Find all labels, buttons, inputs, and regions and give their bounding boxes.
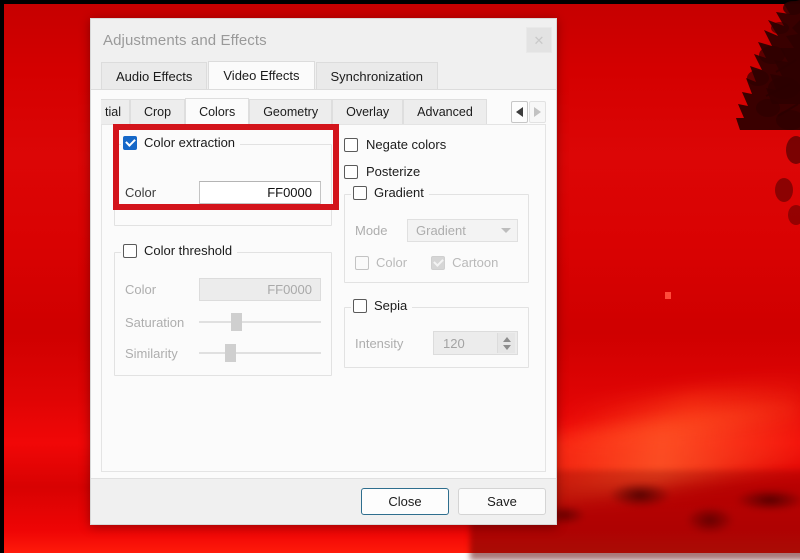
subtab-advanced[interactable]: Advanced xyxy=(403,99,487,124)
saturation-slider-handle[interactable] xyxy=(231,313,242,331)
right-settings-column: Negate colors Posterize Gradient Mode Gr… xyxy=(344,135,529,368)
sub-tab-scroll-controls xyxy=(511,101,546,123)
saturation-row: Saturation xyxy=(125,312,321,332)
saturation-slider[interactable] xyxy=(199,312,321,332)
negate-colors-label: Negate colors xyxy=(366,137,446,152)
sepia-intensity-label: Intensity xyxy=(355,336,425,351)
negate-colors-checkbox[interactable] xyxy=(344,138,358,152)
sepia-label: Sepia xyxy=(374,298,407,313)
dialog-title: Adjustments and Effects xyxy=(103,32,267,49)
gradient-mode-value: Gradient xyxy=(416,223,466,238)
sepia-checkbox[interactable] xyxy=(353,299,367,313)
color-extraction-checkbox[interactable] xyxy=(123,136,137,150)
sepia-intensity-spinner[interactable]: 120 xyxy=(433,331,518,355)
similarity-row: Similarity xyxy=(125,343,321,363)
subtab-crop[interactable]: Crop xyxy=(130,99,185,124)
sepia-group: Sepia Intensity 120 xyxy=(344,307,529,368)
similarity-slider-track xyxy=(199,352,321,354)
posterize-checkbox[interactable] xyxy=(344,165,358,179)
similarity-label: Similarity xyxy=(125,346,191,361)
chevron-left-icon xyxy=(516,107,523,117)
subtab-essential[interactable]: tial xyxy=(101,99,130,124)
dialog-titlebar: Adjustments and Effects ✕ xyxy=(91,19,556,61)
tab-video-effects[interactable]: Video Effects xyxy=(208,61,314,89)
gradient-header[interactable]: Gradient xyxy=(351,185,429,200)
gradient-color-label: Color xyxy=(376,255,407,270)
color-threshold-checkbox[interactable] xyxy=(123,244,137,258)
adjustments-and-effects-dialog: Adjustments and Effects ✕ Audio Effects … xyxy=(90,18,557,525)
tab-synchronization[interactable]: Synchronization xyxy=(316,62,439,89)
color-threshold-group: Color threshold Color FF0000 Saturation xyxy=(114,252,332,376)
background-pixel-artifact xyxy=(665,292,671,299)
saturation-slider-track xyxy=(199,321,321,323)
similarity-slider-handle[interactable] xyxy=(225,344,236,362)
stepper-down-icon[interactable] xyxy=(503,345,511,350)
chevron-right-icon xyxy=(534,107,541,117)
color-extraction-color-label: Color xyxy=(125,185,191,200)
color-extraction-color-row: Color FF0000 xyxy=(125,181,321,204)
gradient-label: Gradient xyxy=(374,185,424,200)
main-tab-bar: Audio Effects Video Effects Synchronizat… xyxy=(91,61,556,89)
stepper-up-icon[interactable] xyxy=(503,337,511,342)
color-threshold-header[interactable]: Color threshold xyxy=(121,243,237,258)
saturation-label: Saturation xyxy=(125,315,191,330)
close-icon[interactable]: ✕ xyxy=(526,27,552,53)
posterize-label: Posterize xyxy=(366,164,420,179)
gradient-color-option[interactable]: Color xyxy=(355,255,407,270)
subtab-colors[interactable]: Colors xyxy=(185,98,249,124)
color-threshold-label: Color threshold xyxy=(144,243,232,258)
sub-tab-bar: tial Crop Colors Geometry Overlay Advanc… xyxy=(101,98,546,124)
colors-settings-panel: Color extraction Color FF0000 Color thre… xyxy=(101,124,546,472)
color-extraction-label: Color extraction xyxy=(144,135,235,150)
dialog-footer: Close Save xyxy=(91,478,556,524)
color-threshold-color-label: Color xyxy=(125,282,191,297)
gradient-checkbox[interactable] xyxy=(353,186,367,200)
similarity-slider[interactable] xyxy=(199,343,321,363)
dialog-body: tial Crop Colors Geometry Overlay Advanc… xyxy=(91,89,556,478)
posterize-row[interactable]: Posterize xyxy=(344,164,529,179)
gradient-group: Gradient Mode Gradient Color xyxy=(344,194,529,283)
left-settings-column: Color extraction Color FF0000 Color thre… xyxy=(114,135,332,376)
chevron-down-icon xyxy=(501,228,511,233)
negate-colors-row[interactable]: Negate colors xyxy=(344,137,529,152)
color-threshold-color-input[interactable]: FF0000 xyxy=(199,278,321,301)
close-button-footer[interactable]: Close xyxy=(361,488,449,515)
tree-silhouette xyxy=(680,0,800,230)
save-button[interactable]: Save xyxy=(458,488,546,515)
gradient-mode-row: Mode Gradient xyxy=(355,219,518,242)
subtab-geometry[interactable]: Geometry xyxy=(249,99,332,124)
gradient-mode-label: Mode xyxy=(355,223,399,238)
sepia-header[interactable]: Sepia xyxy=(351,298,412,313)
color-extraction-group: Color extraction Color FF0000 xyxy=(114,144,332,226)
subtab-scroll-left-button[interactable] xyxy=(511,101,528,123)
gradient-options-row: Color Cartoon xyxy=(355,255,518,270)
sepia-intensity-stepper[interactable] xyxy=(497,333,515,353)
tab-audio-effects[interactable]: Audio Effects xyxy=(101,62,207,89)
sepia-intensity-value: 120 xyxy=(443,336,465,351)
gradient-cartoon-label: Cartoon xyxy=(452,255,498,270)
gradient-mode-select[interactable]: Gradient xyxy=(407,219,518,242)
color-extraction-header[interactable]: Color extraction xyxy=(121,135,240,150)
color-extraction-color-input[interactable]: FF0000 xyxy=(199,181,321,204)
subtab-overlay[interactable]: Overlay xyxy=(332,99,403,124)
gradient-color-checkbox[interactable] xyxy=(355,256,369,270)
color-threshold-color-row: Color FF0000 xyxy=(125,278,321,301)
sepia-intensity-row: Intensity 120 xyxy=(355,331,518,355)
gradient-cartoon-option[interactable]: Cartoon xyxy=(431,255,498,270)
gradient-cartoon-checkbox[interactable] xyxy=(431,256,445,270)
subtab-scroll-right-button[interactable] xyxy=(529,101,546,123)
